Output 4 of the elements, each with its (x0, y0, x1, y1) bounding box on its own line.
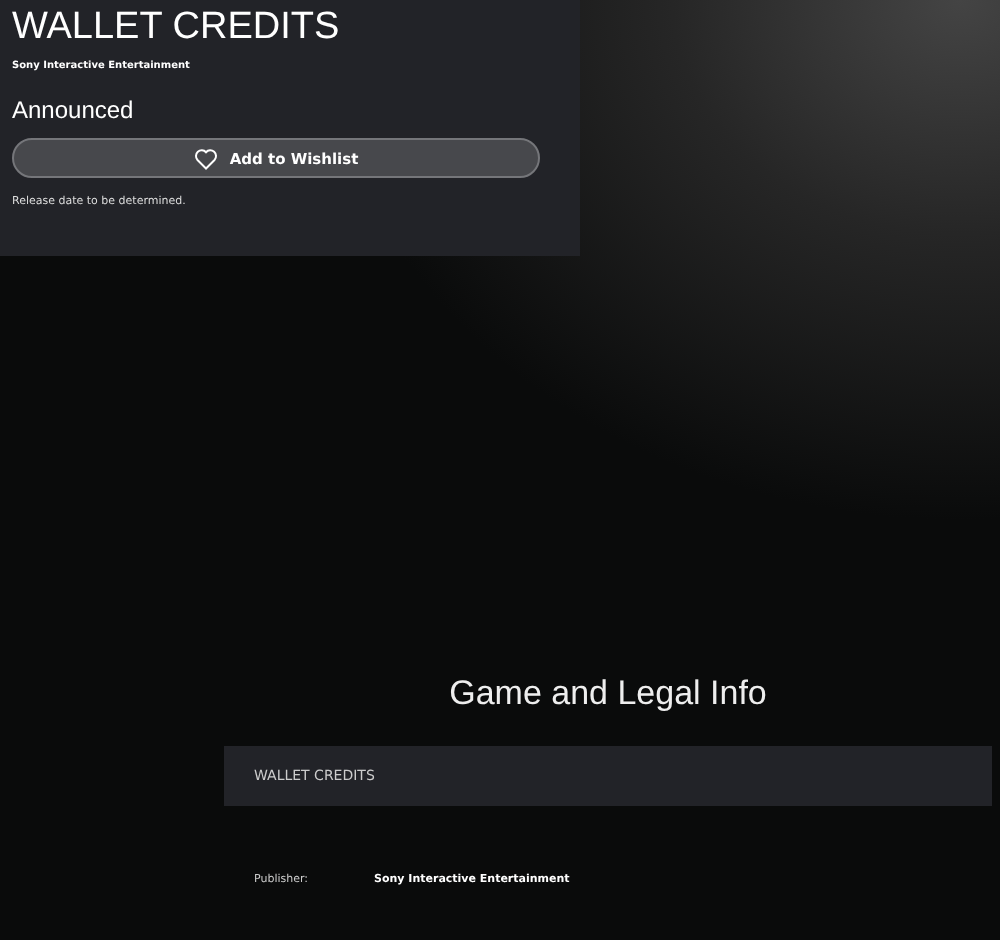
heart-icon (193, 147, 218, 169)
release-status: Announced (12, 96, 136, 124)
section-heading: Game and Legal Info (447, 674, 769, 714)
product-title: WALLET CREDITS (12, 4, 342, 52)
